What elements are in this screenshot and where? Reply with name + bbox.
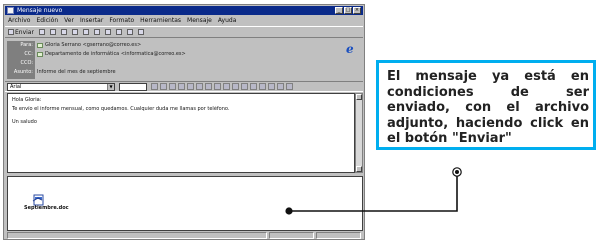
send-button[interactable]: Enviar <box>8 29 34 36</box>
window-controls: _ □ × <box>335 7 361 14</box>
italic-icon[interactable] <box>169 83 176 90</box>
message-greeting: Hola Gloria: <box>12 97 42 103</box>
menu-ayuda[interactable]: Ayuda <box>218 16 237 25</box>
status-bar <box>5 232 363 239</box>
align-left-icon[interactable] <box>232 83 239 90</box>
cut-button[interactable] <box>38 29 45 35</box>
email-compose-window: Mensaje nuevo _ □ × Archivo Edición Ver … <box>3 4 365 240</box>
subject-field[interactable]: Informe del mes de septiembre <box>37 68 339 77</box>
encrypt-button[interactable] <box>137 29 144 35</box>
to-label: Para: <box>20 42 33 48</box>
close-button[interactable]: × <box>353 7 361 14</box>
spelling-icon <box>93 29 100 35</box>
check-icon <box>82 29 89 35</box>
ie-logo-icon: e <box>346 42 354 56</box>
font-value: Arial <box>10 84 22 90</box>
scroll-down-icon[interactable] <box>356 166 362 172</box>
spelling-button[interactable] <box>93 29 100 35</box>
exclamation-icon <box>115 29 122 35</box>
minimize-button[interactable]: _ <box>335 7 343 14</box>
header-fields: Gloria Serrano <gserrano@correo.es> Depa… <box>37 41 339 79</box>
menu-mensaje[interactable]: Mensaje <box>187 16 212 25</box>
format-bar: Arial ▼ <box>5 81 363 92</box>
paperclip-icon <box>104 29 111 35</box>
window-title: Mensaje nuevo <box>17 7 63 14</box>
app-icon <box>7 7 14 14</box>
status-panel-main <box>7 232 267 239</box>
priority-button[interactable] <box>115 29 122 35</box>
paste-button[interactable] <box>60 29 67 35</box>
title-bar: Mensaje nuevo _ □ × <box>5 6 363 15</box>
undo-button[interactable] <box>71 29 78 35</box>
subject-label: Asunto: <box>13 69 33 75</box>
increase-indent-icon[interactable] <box>223 83 230 90</box>
send-label: Enviar <box>15 28 34 36</box>
image-icon[interactable] <box>286 83 293 90</box>
document-icon[interactable] <box>32 191 46 206</box>
message-line: Te envío el informe mensual, como quedam… <box>12 106 230 112</box>
menu-archivo[interactable]: Archivo <box>8 16 30 25</box>
numbered-list-icon[interactable] <box>196 83 203 90</box>
connector-dot-end <box>452 167 462 177</box>
menu-ver[interactable]: Ver <box>64 16 74 25</box>
scissors-icon <box>38 29 45 35</box>
link-icon[interactable] <box>277 83 284 90</box>
chevron-down-icon[interactable]: ▼ <box>107 84 114 90</box>
scroll-up-icon[interactable] <box>356 94 362 100</box>
attach-button[interactable] <box>104 29 111 35</box>
copy-icon <box>49 29 56 35</box>
header-labels: Para: CC: CCO: Asunto: <box>7 41 35 79</box>
copy-button[interactable] <box>49 29 56 35</box>
underline-icon[interactable] <box>178 83 185 90</box>
send-icon <box>8 29 14 35</box>
message-headers: Para: CC: CCO: Asunto: Gloria Serrano <g… <box>5 39 363 79</box>
font-size-select[interactable] <box>119 83 147 91</box>
check-names-button[interactable] <box>82 29 89 35</box>
format-buttons <box>151 83 293 90</box>
decrease-indent-icon[interactable] <box>214 83 221 90</box>
message-body[interactable]: Hola Gloria: Te envío el informe mensual… <box>7 93 355 173</box>
callout-text: El mensaje ya está en condiciones de ser… <box>387 69 589 146</box>
align-right-icon[interactable] <box>250 83 257 90</box>
attachment-pane: Septiembre.doc <box>7 176 363 231</box>
menu-formato[interactable]: Formato <box>109 16 134 25</box>
subject-value: Informe del mes de septiembre <box>37 69 116 75</box>
contact-icon <box>37 43 43 48</box>
style-icon[interactable] <box>151 83 158 90</box>
menu-bar: Archivo Edición Ver Insertar Formato Her… <box>5 16 363 25</box>
font-color-icon[interactable] <box>187 83 194 90</box>
connector-dot-end-center <box>455 170 459 174</box>
bullet-list-icon[interactable] <box>205 83 212 90</box>
cc-label: CC: <box>24 51 33 57</box>
instruction-callout: El mensaje ya está en condiciones de ser… <box>376 60 596 150</box>
vertical-scrollbar[interactable] <box>355 93 363 173</box>
message-closing: Un saludo <box>12 119 37 125</box>
certificate-icon <box>126 29 133 35</box>
lock-icon <box>137 29 144 35</box>
align-center-icon[interactable] <box>241 83 248 90</box>
maximize-button[interactable]: □ <box>344 7 352 14</box>
cc-value: Departamento de informática <informatica… <box>45 51 186 57</box>
status-panel <box>316 232 361 239</box>
toolbar: Enviar <box>5 26 363 38</box>
paste-icon <box>60 29 67 35</box>
sign-button[interactable] <box>126 29 133 35</box>
undo-icon <box>71 29 78 35</box>
menu-herramientas[interactable]: Herramientas <box>140 16 181 25</box>
font-select[interactable]: Arial ▼ <box>7 83 115 91</box>
cc-field[interactable]: Departamento de informática <informatica… <box>37 50 339 59</box>
attachment-name[interactable]: Septiembre.doc <box>24 205 69 211</box>
bcc-label: CCO: <box>20 60 33 66</box>
horizontal-line-icon[interactable] <box>268 83 275 90</box>
contact-icon <box>37 52 43 57</box>
menu-insertar[interactable]: Insertar <box>80 16 103 25</box>
to-field[interactable]: Gloria Serrano <gserrano@correo.es> <box>37 41 339 50</box>
status-panel <box>269 232 314 239</box>
bold-icon[interactable] <box>160 83 167 90</box>
justify-icon[interactable] <box>259 83 266 90</box>
bcc-field[interactable] <box>37 59 339 68</box>
menu-edicion[interactable]: Edición <box>36 16 58 25</box>
to-value: Gloria Serrano <gserrano@correo.es> <box>45 42 142 48</box>
